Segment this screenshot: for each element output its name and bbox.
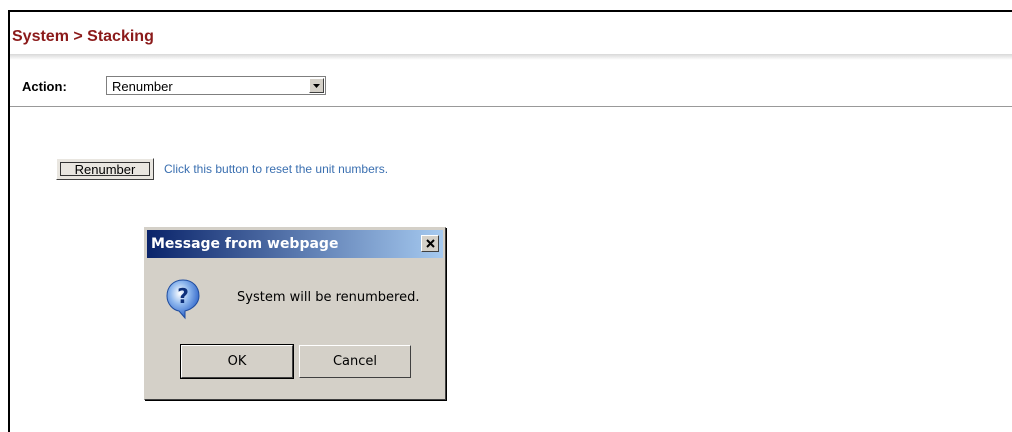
page-title: System > Stacking bbox=[12, 28, 154, 45]
renumber-hint: Click this button to reset the unit numb… bbox=[164, 162, 389, 176]
renumber-button[interactable]: Renumber bbox=[56, 158, 154, 180]
close-icon[interactable] bbox=[421, 235, 439, 252]
dialog-titlebar: Message from webpage bbox=[147, 230, 443, 258]
svg-text:?: ? bbox=[177, 284, 189, 308]
cancel-button[interactable]: Cancel bbox=[299, 345, 411, 378]
message-dialog: Message from webpage ? System will be re… bbox=[144, 227, 446, 400]
dialog-message: System will be renumbered. bbox=[237, 290, 420, 305]
question-icon: ? bbox=[166, 279, 200, 320]
action-label: Action: bbox=[22, 79, 67, 94]
title-divider bbox=[10, 54, 1012, 60]
action-select-value: Renumber bbox=[112, 79, 173, 94]
chevron-down-icon[interactable] bbox=[309, 78, 324, 93]
dialog-title: Message from webpage bbox=[151, 236, 339, 252]
action-select[interactable]: Renumber bbox=[106, 76, 326, 95]
ok-button[interactable]: OK bbox=[180, 344, 294, 379]
action-divider bbox=[10, 106, 1012, 107]
